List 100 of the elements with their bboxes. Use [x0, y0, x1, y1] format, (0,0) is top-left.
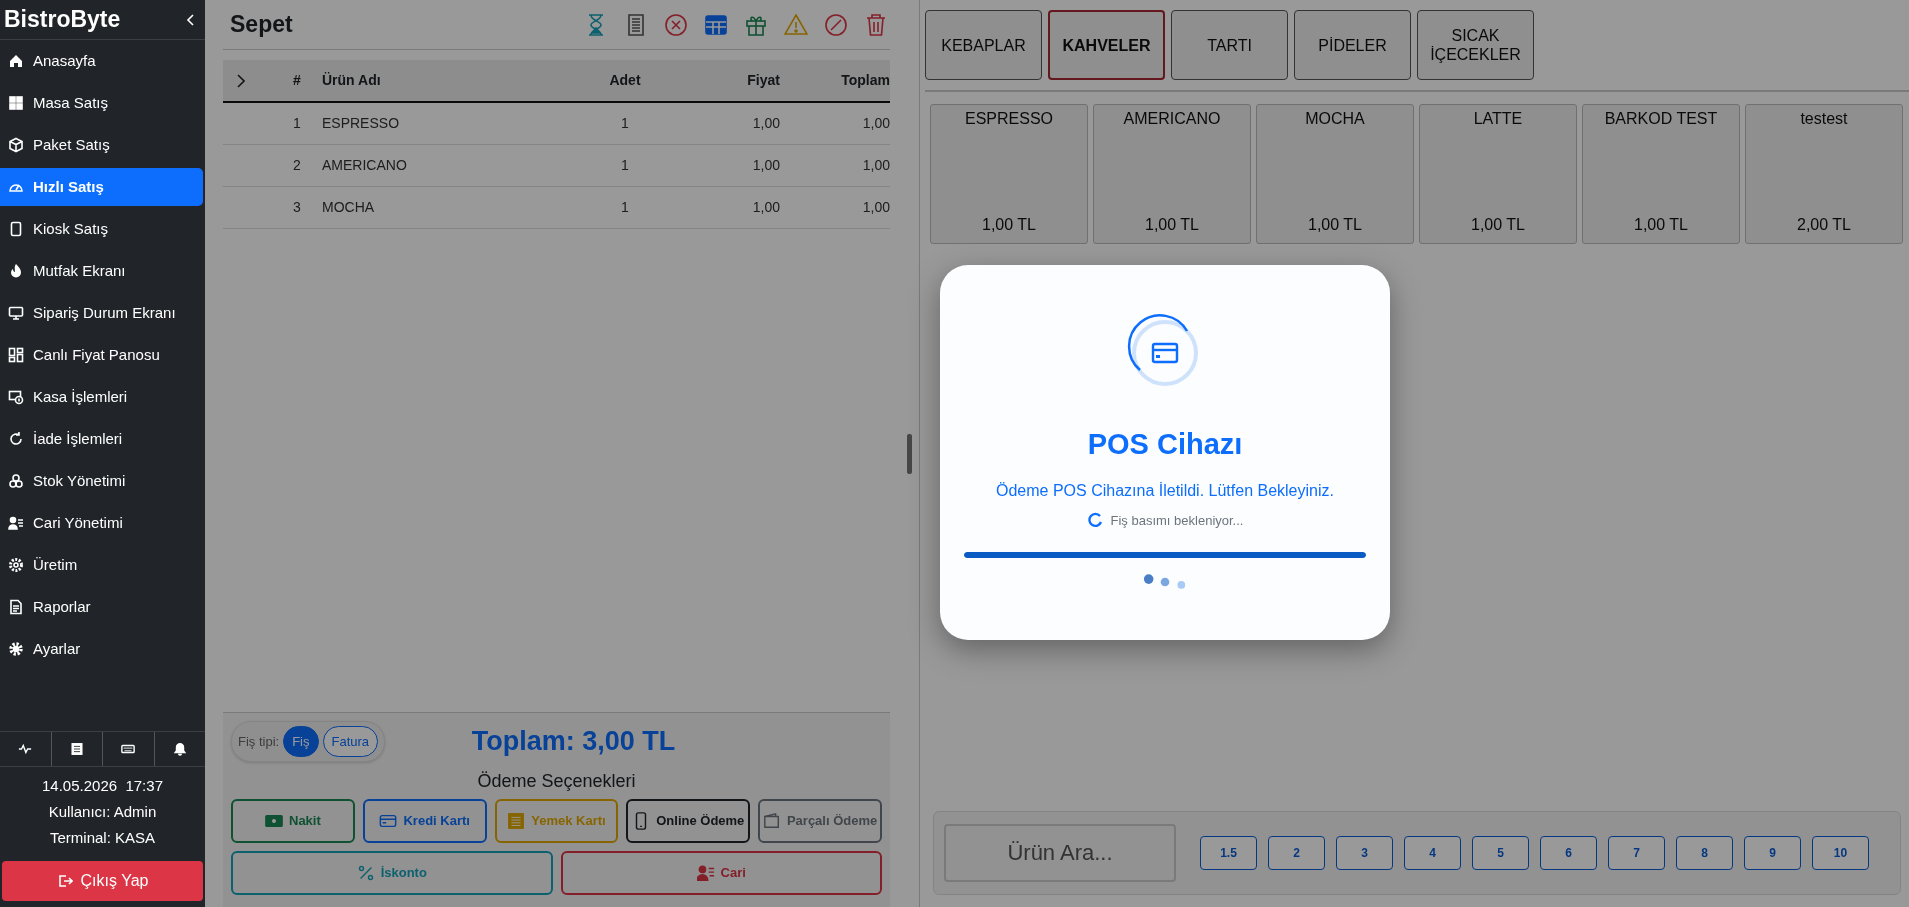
quantity-button[interactable]: 2 — [1268, 836, 1325, 870]
product-name: AMERICANO — [1123, 109, 1221, 129]
brand-logo: BistroByte — [4, 5, 121, 35]
document-icon — [8, 599, 24, 615]
product-tile[interactable]: testest 2,00 TL — [1745, 104, 1903, 244]
grid-icon — [8, 95, 24, 111]
product-tile[interactable]: MOCHA 1,00 TL — [1256, 104, 1414, 244]
sidebar-item[interactable]: Paket Satış — [0, 126, 203, 164]
user-text: Kullanıcı: Admin — [47, 802, 158, 822]
cancel-icon[interactable] — [664, 12, 688, 37]
quantity-button[interactable]: 9 — [1744, 836, 1801, 870]
warning-icon[interactable] — [784, 12, 808, 37]
action-button[interactable]: Cari — [560, 851, 882, 895]
logout-icon — [56, 873, 73, 889]
cart-title: Sepet — [230, 10, 293, 40]
product-tile[interactable]: AMERICANO 1,00 TL — [1093, 104, 1251, 244]
product-tile[interactable]: BARKOD TEST 1,00 TL — [1582, 104, 1740, 244]
table-cell: 1,00 — [862, 198, 890, 215]
credit-card-icon — [379, 812, 398, 830]
sidebar-item[interactable]: Sipariş Durum Ekranı — [0, 294, 203, 332]
column-header: Ürün Adı — [322, 72, 381, 88]
product-price: 2,00 TL — [1797, 215, 1851, 235]
payment-button[interactable]: Kredi Kartı — [362, 799, 487, 843]
monitor-icon — [8, 305, 24, 321]
payment-button[interactable]: Parçalı Ödeme — [758, 799, 882, 843]
sidebar-item[interactable]: Stok Yönetimi — [0, 462, 203, 500]
block-icon[interactable] — [824, 12, 848, 37]
sidebar-item[interactable]: Hızlı Satış — [0, 168, 203, 206]
logout-button[interactable]: Çıkış Yap — [2, 861, 203, 901]
activity-icon[interactable] — [18, 742, 33, 756]
receipt-type-option[interactable]: Fiş — [283, 725, 319, 757]
product-name: ESPRESSO — [965, 109, 1053, 129]
chevron-icon[interactable] — [235, 73, 245, 90]
terminal-text: Terminal: KASA — [48, 828, 156, 848]
sidebar-item[interactable]: Anasayfa — [0, 42, 203, 80]
modal-message: Ödeme POS Cihazına İletildi. Lütfen Bekleyiniz. — [996, 480, 1334, 501]
quantity-button[interactable]: 1.5 — [1200, 836, 1257, 870]
column-header: # — [293, 72, 301, 88]
calculator-icon[interactable] — [69, 742, 84, 756]
quantity-button[interactable]: 10 — [1812, 836, 1869, 870]
product-price: 1,00 TL — [1471, 215, 1525, 235]
sidebar-item[interactable]: Kasa İşlemleri — [0, 378, 203, 416]
product-price: 1,00 TL — [1308, 215, 1362, 235]
flame-icon — [8, 263, 24, 279]
column-header: Adet — [609, 72, 641, 88]
sidebar-item[interactable]: Üretim — [0, 546, 203, 584]
product-name: BARKOD TEST — [1604, 109, 1718, 129]
category-tab[interactable]: PİDELER — [1294, 10, 1411, 80]
quantity-button[interactable]: 8 — [1676, 836, 1733, 870]
product-tile[interactable]: LATTE 1,00 TL — [1419, 104, 1577, 244]
modal-title: POS Cihazı — [1087, 427, 1243, 462]
search-field[interactable]: Ürün Ara... — [944, 824, 1176, 882]
total-amount: Toplam: 3,00 TL — [471, 726, 676, 756]
dashboard-icon — [8, 347, 24, 363]
sidebar-item[interactable]: Cari Yönetimi — [0, 504, 203, 542]
sidebar-item[interactable]: Raporlar — [0, 588, 203, 626]
trash-icon[interactable] — [864, 12, 888, 37]
table-cell: 3 — [293, 198, 301, 215]
table-cell: 1,00 — [862, 114, 890, 131]
sidebar-item[interactable]: Masa Satış — [0, 84, 203, 122]
sidebar-item[interactable]: İade İşlemleri — [0, 420, 203, 458]
table-cell: AMERICANO — [322, 156, 407, 173]
receipt-type-option[interactable]: Fatura — [322, 725, 379, 757]
quantity-button[interactable]: 3 — [1336, 836, 1393, 870]
sidebar-item[interactable]: Mutfak Ekranı — [0, 252, 203, 290]
bell-icon[interactable] — [172, 742, 187, 756]
category-tab[interactable]: KEBAPLAR — [925, 10, 1042, 80]
table-icon[interactable] — [704, 12, 728, 37]
tablet-icon — [8, 221, 24, 237]
quantity-button[interactable]: 4 — [1404, 836, 1461, 870]
category-tab[interactable]: KAHVELER — [1048, 10, 1165, 80]
table-cell: 1,00 — [862, 156, 890, 173]
product-tile[interactable]: ESPRESSO 1,00 TL — [930, 104, 1088, 244]
spinner-icon — [1086, 512, 1103, 529]
quantity-button[interactable]: 7 — [1608, 836, 1665, 870]
sidebar-item[interactable]: Ayarlar — [0, 630, 203, 668]
product-name: testest — [1800, 109, 1848, 129]
sidebar-item[interactable]: Kiosk Satış — [0, 210, 203, 248]
user-list-icon — [8, 515, 24, 531]
product-price: 1,00 TL — [1634, 215, 1688, 235]
percent-icon — [356, 864, 375, 882]
payment-button[interactable]: Online Ödeme — [626, 799, 751, 843]
box-icon — [8, 137, 24, 153]
column-header: Toplam — [841, 72, 890, 88]
quantity-button[interactable]: 6 — [1540, 836, 1597, 870]
payment-options-heading: Ödeme Seçenekleri — [477, 771, 636, 791]
category-tab[interactable]: TARTI — [1171, 10, 1288, 80]
cash-icon — [265, 812, 283, 830]
time-text: 17:37 — [125, 777, 163, 794]
wallet-icon — [762, 812, 781, 830]
keyboard-icon[interactable] — [121, 742, 136, 756]
quantity-button[interactable]: 5 — [1472, 836, 1529, 870]
category-tab[interactable]: SICAK İÇECEKLER — [1417, 10, 1534, 80]
boxes-icon — [8, 473, 24, 489]
table-cell: 1 — [293, 114, 301, 131]
table-cell: 1 — [621, 156, 629, 173]
collapse-icon[interactable] — [185, 11, 197, 28]
sidebar-item[interactable]: Canlı Fiyat Panosu — [0, 336, 203, 374]
resize-handle[interactable] — [907, 433, 912, 474]
table-cell: 1 — [621, 114, 629, 131]
